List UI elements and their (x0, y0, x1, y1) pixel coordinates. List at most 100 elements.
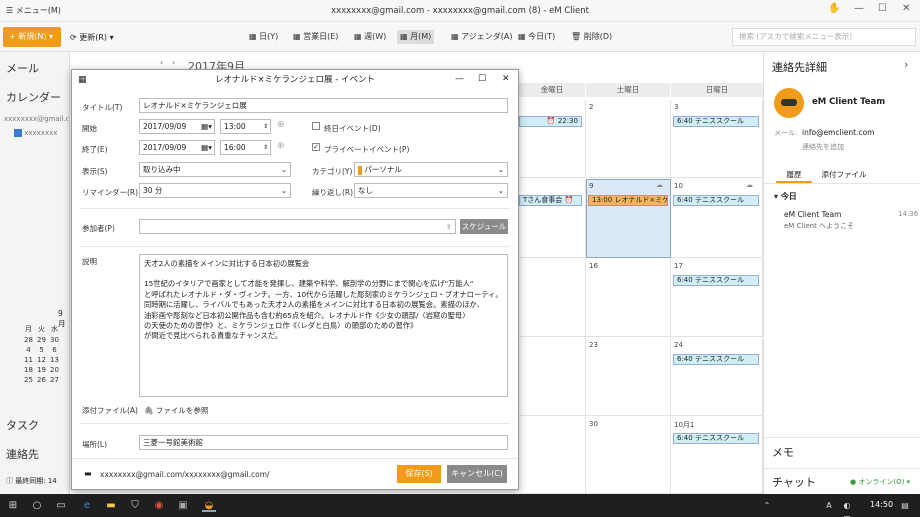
tab-attachments[interactable]: 添付ファイル (814, 167, 874, 183)
memo-section[interactable]: メモ (772, 444, 794, 460)
timezone-globe-icon[interactable]: ⊕ (277, 141, 285, 151)
prev-month-button[interactable]: ‹ (160, 58, 163, 67)
divider (764, 437, 920, 438)
calendar-cell[interactable] (671, 100, 763, 178)
start-date-input[interactable]: 2017/09/09 ▦▾ (139, 119, 215, 134)
location-input[interactable]: 三菱一号館美術館 (139, 435, 508, 450)
time-spinner-icon[interactable]: ⇕ (263, 141, 270, 154)
em-client-taskbar-icon[interactable]: ◒ (202, 499, 216, 512)
update-button[interactable]: ⟳ 更新(R) ▾ (70, 32, 114, 43)
view-workweek-button[interactable]: ▦ 営業日(E) (290, 30, 341, 44)
calendar-event[interactable]: 6:40 テニススクール (673, 275, 759, 286)
calendar-cell[interactable] (671, 259, 763, 337)
dialog-close-button[interactable]: ✕ (502, 74, 510, 84)
calendar-cell[interactable] (586, 338, 671, 416)
calendar-event-selected[interactable]: 13:00 レオナルド×ミケ... (588, 195, 668, 206)
calendar-cell[interactable] (519, 259, 586, 337)
view-month-button[interactable]: ▦ 月(M) (397, 30, 435, 44)
calendar-cell-selected[interactable] (586, 179, 671, 258)
search-icon[interactable]: ○ (30, 499, 44, 512)
delete-button[interactable]: 🗑 削除(D) (568, 30, 615, 44)
calendar-event[interactable]: 6:40 テニススクール (673, 195, 759, 206)
title-label: タイトル(T) (82, 103, 123, 112)
today-group[interactable]: ▾ 今日 (774, 191, 797, 202)
collapse-pane-icon[interactable]: › (904, 58, 908, 71)
close-button[interactable]: ✕ (902, 3, 910, 14)
contact-email[interactable]: info@emclient.com (802, 128, 875, 137)
nav-calendar[interactable]: カレンダー (6, 89, 61, 105)
schedule-button[interactable]: スケジュール (460, 219, 508, 234)
calendar-cell[interactable] (586, 417, 671, 494)
timezone-globe-icon[interactable]: ⊕ (277, 120, 285, 130)
browse-files-link[interactable]: 🖇 ファイルを参照 (144, 405, 208, 416)
chat-section[interactable]: チャット (772, 474, 816, 490)
ime-indicator[interactable]: A (822, 499, 836, 512)
view-day-button[interactable]: ▦ 日(Y) (246, 30, 281, 44)
tab-history[interactable]: 履歴 (776, 167, 812, 183)
today-button[interactable]: ▦ 今日(T) (515, 30, 558, 44)
calendar-event[interactable]: 6:40 テニススクール (673, 433, 759, 444)
calendar-account[interactable]: xxxxxxxx@gmail.com (4, 115, 68, 123)
dialog-maximize-button[interactable]: ☐ (478, 74, 486, 84)
attendees-input[interactable]: ⇪ (139, 219, 456, 234)
calendar-checkbox-item[interactable]: xxxxxxxx (14, 129, 57, 137)
category-select[interactable]: パーソナル ⌄ (354, 162, 508, 177)
folder-icon[interactable]: ▬ (84, 469, 92, 478)
repeat-select[interactable]: なし ⌄ (354, 183, 508, 198)
touch-mode-icon[interactable]: ✋ (828, 3, 840, 14)
nav-tasks[interactable]: タスク (6, 417, 39, 433)
store-icon[interactable]: ⛉ (128, 499, 142, 512)
calendar-cell[interactable] (586, 259, 671, 337)
add-contact-link[interactable]: 連絡先を追加 (802, 142, 844, 152)
date-picker-icon[interactable]: ▦▾ (201, 120, 214, 133)
time-spinner-icon[interactable]: ⇕ (263, 120, 270, 133)
calendar-event[interactable]: Tさん食事会 ⏰ (519, 195, 582, 206)
tray-icons[interactable]: ⌃ ▭ ▤ ⌨ (760, 499, 774, 517)
maximize-button[interactable]: ☐ (878, 3, 887, 14)
tray-app-icons[interactable]: ◐ ▦ (840, 499, 854, 517)
calendar-event[interactable]: 6:40 テニススクール (673, 116, 759, 127)
add-attendee-icon[interactable]: ⇪ (446, 220, 455, 233)
end-date-input[interactable]: 2017/09/09 ▦▾ (139, 140, 215, 155)
nav-mail[interactable]: メール (6, 60, 39, 76)
start-time-input[interactable]: 13:00 ⇕ (220, 119, 271, 134)
online-status[interactable]: ● オンライン(O) ▾ (850, 477, 910, 487)
calendar-cell[interactable] (519, 179, 586, 258)
view-week-button[interactable]: ▦ 週(W) (351, 30, 389, 44)
calendar-cell[interactable] (519, 100, 586, 178)
minimize-button[interactable]: — (854, 3, 864, 14)
reminder-select[interactable]: 30 分 ⌄ (139, 183, 291, 198)
calendar-cell[interactable] (671, 338, 763, 416)
view-agenda-button[interactable]: ▦ アジェンダ(A) (448, 30, 516, 44)
calendar-cell[interactable] (519, 338, 586, 416)
dialog-minimize-button[interactable]: — (455, 74, 464, 84)
calendar-account-selector[interactable]: xxxxxxxx@gmail.com/xxxxxxxx@gmail.com/ (100, 470, 270, 479)
title-input[interactable]: レオナルド×ミケランジェロ展 (139, 98, 508, 113)
calendar-cell[interactable] (586, 100, 671, 178)
cancel-button[interactable]: キャンセル(C) (447, 465, 507, 483)
history-item-name[interactable]: eM Client Team (784, 210, 841, 219)
app-icon[interactable]: ▣ (176, 499, 190, 512)
show-as-select[interactable]: 取り込み中 ⌄ (139, 162, 291, 177)
notifications-icon[interactable]: ▤ (898, 499, 912, 512)
search-input[interactable]: 検索 (アスカで検索メニュー表示) (732, 28, 916, 46)
description-textarea[interactable]: 天才2人の素描をメインに対比する日本初の展覧会 15世紀のイタリアで画家として才… (139, 254, 508, 397)
edge-icon[interactable]: e (80, 499, 94, 512)
calendar-event[interactable]: ⏰ 22:30 (519, 116, 582, 127)
chrome-icon[interactable]: ◉ (152, 499, 166, 512)
new-button[interactable]: + 新規(N) ▾ (3, 27, 61, 47)
windows-start-icon[interactable]: ⊞ (6, 499, 20, 512)
task-view-icon[interactable]: ▭ (54, 499, 68, 512)
nav-contacts[interactable]: 連絡先 (6, 446, 39, 462)
calendar-cell[interactable] (519, 417, 586, 494)
clock[interactable]: 14:50 (870, 500, 893, 509)
next-month-button[interactable]: › (172, 58, 175, 67)
end-time-input[interactable]: 16:00 ⇕ (220, 140, 271, 155)
date-picker-icon[interactable]: ▦▾ (201, 141, 214, 154)
calendar-cell[interactable] (671, 179, 763, 258)
file-explorer-icon[interactable]: ▬ (104, 499, 118, 512)
calendar-event[interactable]: 6:40 テニススクール (673, 354, 759, 365)
allday-checkbox[interactable] (312, 122, 320, 130)
private-checkbox-checked[interactable]: ✓ (312, 143, 320, 151)
save-button[interactable]: 保存(S) (397, 465, 441, 483)
